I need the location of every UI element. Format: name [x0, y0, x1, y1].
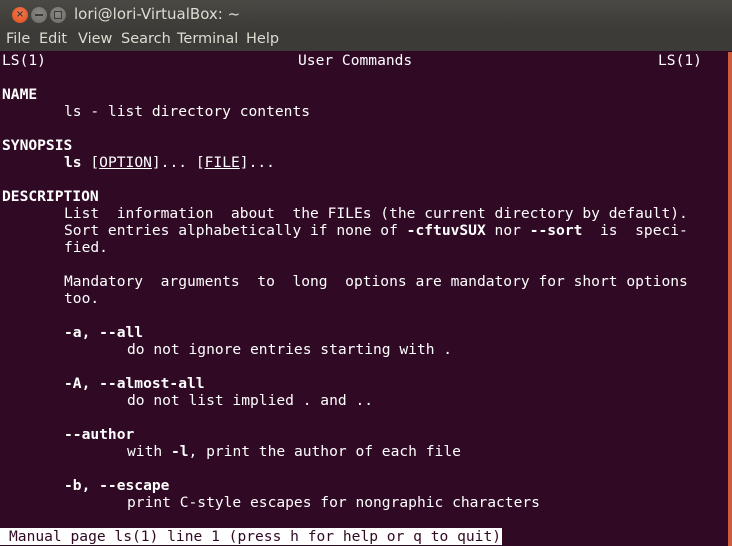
menu-terminal[interactable]: Terminal — [177, 31, 238, 47]
option-flag: -A, --almost-all — [64, 375, 205, 392]
man-header-right: LS(1) — [658, 52, 702, 69]
minimize-button[interactable] — [31, 7, 47, 23]
synopsis-file: FILE — [204, 154, 240, 171]
option-desc: with -l, print the author of each file — [127, 443, 461, 460]
desc-flag: -l — [170, 443, 189, 460]
synopsis-line: ls [OPTION]... [FILE]... — [64, 154, 275, 171]
section-synopsis-heading: SYNOPSIS — [2, 137, 73, 154]
desc-flag: --sort — [529, 222, 583, 239]
option-flag: -a, --all — [64, 324, 144, 341]
menu-file[interactable]: File — [6, 31, 30, 47]
desc-text: nor — [485, 222, 530, 239]
man-header-center: User Commands — [298, 52, 413, 69]
option-desc: do not list implied . and .. — [127, 392, 374, 409]
scrollbar[interactable] — [728, 52, 732, 546]
minimize-icon — [31, 7, 47, 23]
menu-view[interactable]: View — [78, 31, 112, 47]
window-title: lori@lori-VirtualBox: ~ — [74, 5, 241, 23]
menu-search[interactable]: Search — [121, 31, 171, 47]
section-name-heading: NAME — [2, 86, 38, 103]
synopsis-bracket: [ — [90, 154, 100, 171]
maximize-icon — [50, 7, 66, 23]
desc-line: Mandatory arguments to long options are … — [64, 273, 688, 290]
menu-edit[interactable]: Edit — [39, 31, 67, 47]
synopsis-bracket: [ — [195, 154, 205, 171]
desc-line: fied. — [64, 239, 108, 256]
synopsis-cmd: ls — [64, 154, 82, 171]
close-icon: × — [15, 9, 25, 20]
desc-text: , print the author of each file — [188, 443, 461, 460]
option-desc: do not ignore entries starting with . — [127, 341, 453, 358]
desc-text: is speci- — [582, 222, 688, 239]
menubar: File Edit View Search Terminal Help — [0, 29, 732, 51]
section-description-heading: DESCRIPTION — [2, 188, 99, 205]
synopsis-bracket: ]... — [151, 154, 196, 171]
pager-status-line: Manual page ls(1) line 1 (press h for he… — [0, 528, 503, 545]
desc-flag: -cftuvSUX — [406, 222, 486, 239]
man-header-left: LS(1) — [2, 52, 46, 69]
close-button[interactable]: × — [12, 7, 28, 23]
terminal-view[interactable]: LS(1) User Commands LS(1) NAME ls - list… — [0, 52, 718, 546]
desc-line: too. — [64, 290, 100, 307]
desc-line: List information about the FILEs (the cu… — [64, 205, 688, 222]
option-flag: -b, --escape — [64, 477, 170, 494]
option-desc: print C-style escapes for nongraphic cha… — [127, 494, 540, 511]
desc-line: Sort entries alphabetically if none of -… — [64, 222, 688, 239]
menu-help[interactable]: Help — [246, 31, 279, 47]
window-titlebar: × lori@lori-VirtualBox: ~ — [0, 0, 732, 29]
synopsis-bracket: ]... — [239, 154, 275, 171]
desc-text: Sort entries alphabetically if none of — [64, 222, 407, 239]
maximize-button[interactable] — [50, 7, 66, 23]
name-text: ls - list directory contents — [64, 103, 311, 120]
synopsis-option: OPTION — [99, 154, 152, 171]
desc-text: with — [127, 443, 171, 460]
option-flag: --author — [64, 426, 135, 443]
